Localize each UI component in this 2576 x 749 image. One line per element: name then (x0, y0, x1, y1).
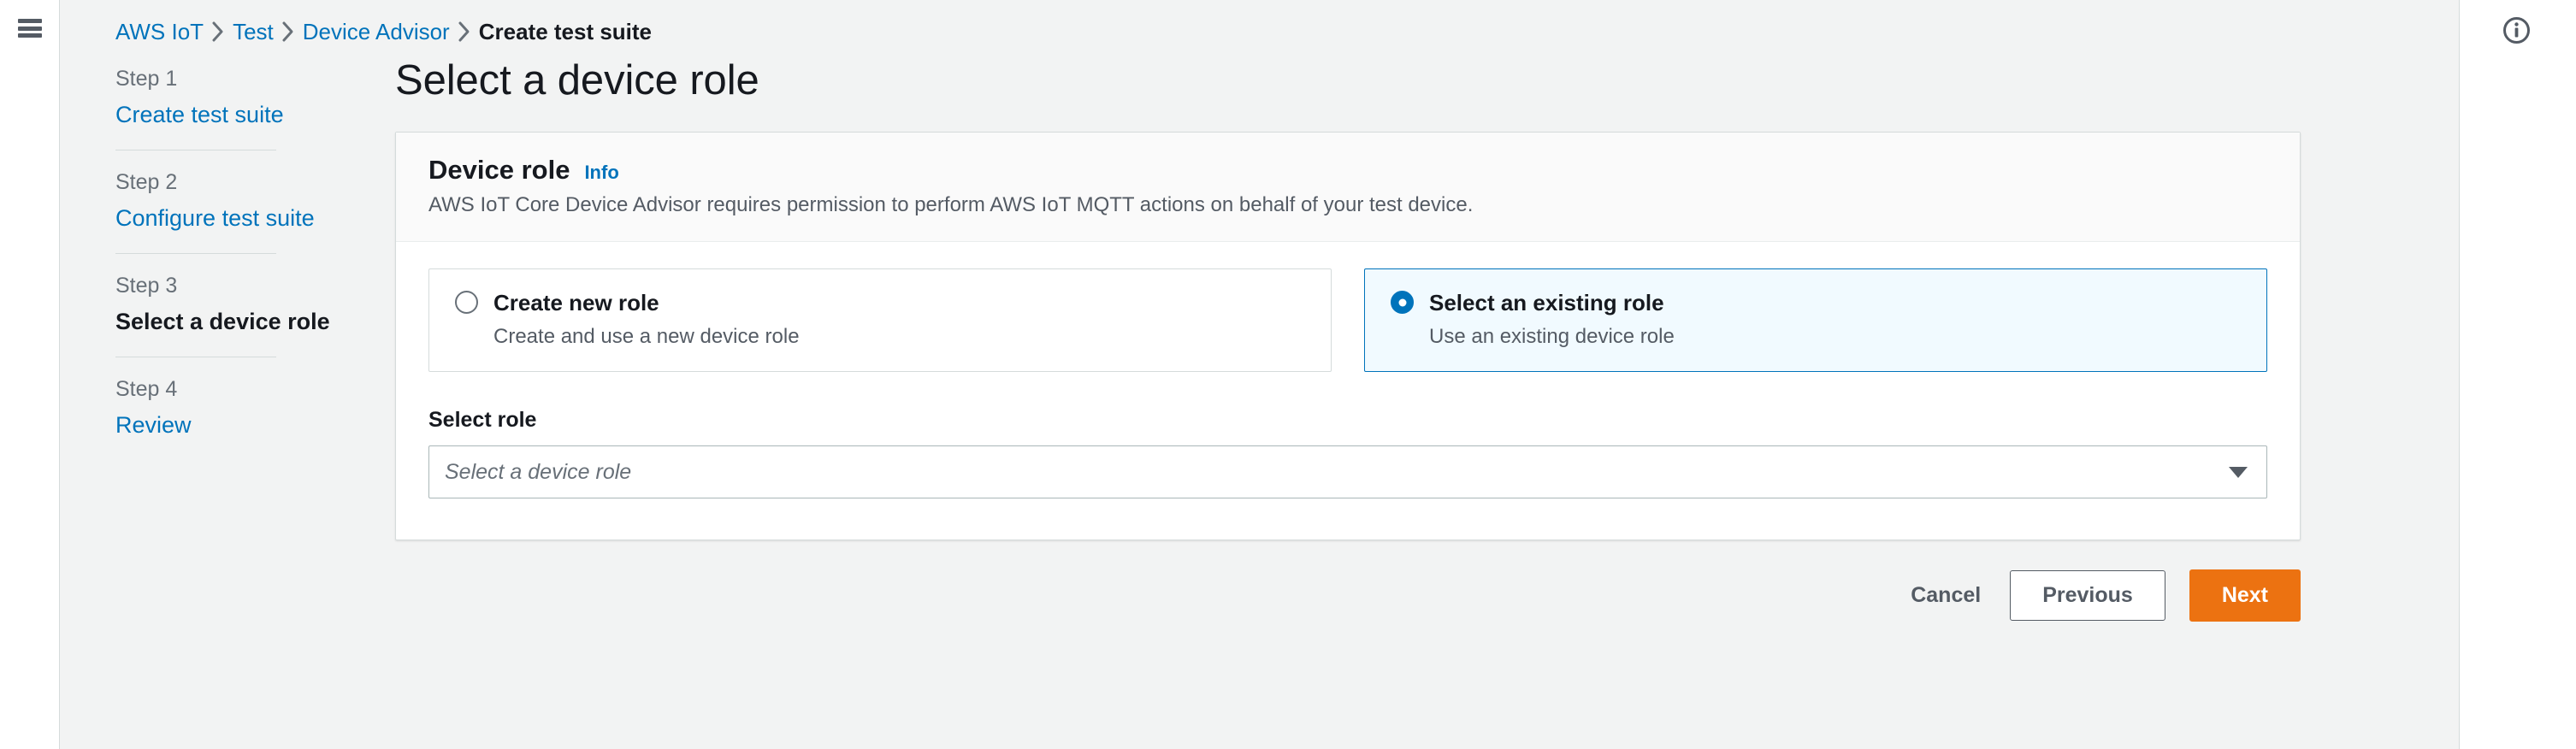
sidebar-item-review[interactable]: Review (115, 414, 192, 437)
radio-tile-main: Create new role (455, 291, 1305, 314)
chevron-down-icon (2229, 467, 2248, 478)
body-columns: Step 1 Create test suite Step 2 Configur… (60, 32, 2459, 622)
hamburger-line (18, 33, 42, 38)
radio-tile-main: Select an existing role (1391, 291, 2241, 314)
radio-tile-description: Use an existing device role (1391, 327, 2241, 347)
hamburger-line (18, 19, 42, 23)
select-role-label: Select role (428, 410, 2267, 431)
chevron-right-icon (204, 21, 233, 43)
wizard-step-1: Step 1 Create test suite (115, 68, 335, 127)
card-title: Device role (428, 156, 570, 183)
card-body: Create new role Create and use a new dev… (396, 242, 2300, 540)
sidebar-item-configure-test-suite[interactable]: Configure test suite (115, 207, 315, 230)
hamburger-line (18, 27, 42, 31)
device-role-option-group: Create new role Create and use a new dev… (428, 268, 2267, 372)
cancel-button[interactable]: Cancel (1905, 571, 1986, 620)
radio-tile-label: Select an existing role (1429, 292, 1664, 314)
radio-tile-select-existing-role[interactable]: Select an existing role Use an existing … (1364, 268, 2267, 372)
chevron-right-icon (450, 21, 479, 43)
wizard-actions: Cancel Previous Next (395, 569, 2301, 622)
breadcrumb-item-aws-iot[interactable]: AWS IoT (115, 21, 204, 43)
step-divider (115, 253, 276, 254)
left-nav-rail (0, 0, 60, 749)
select-role-dropdown[interactable]: Select a device role (428, 445, 2267, 498)
step-number: Step 2 (115, 172, 335, 193)
chevron-right-icon (274, 21, 303, 43)
breadcrumb-item-device-advisor[interactable]: Device Advisor (303, 21, 450, 43)
hamburger-menu-icon[interactable] (18, 19, 42, 38)
device-role-card: Device role Info AWS IoT Core Device Adv… (395, 132, 2301, 540)
page-title: Select a device role (395, 60, 2388, 102)
main-column: Select a device role Device role Info AW… (335, 60, 2459, 622)
sidebar-item-create-test-suite[interactable]: Create test suite (115, 103, 284, 127)
breadcrumb-item-test[interactable]: Test (233, 21, 274, 43)
select-role-placeholder: Select a device role (445, 462, 631, 483)
sidebar-item-select-a-device-role: Select a device role (115, 310, 330, 333)
info-circle-icon[interactable] (2501, 15, 2532, 46)
content-area: AWS IoT Test Device Advisor Create test … (60, 0, 2459, 749)
card-header-row: Device role Info (428, 156, 2267, 183)
wizard-step-4: Step 4 Review (115, 379, 335, 437)
card-description: AWS IoT Core Device Advisor requires per… (428, 192, 2267, 218)
radio-tile-create-new-role[interactable]: Create new role Create and use a new dev… (428, 268, 1332, 372)
step-number: Step 1 (115, 68, 335, 90)
radio-tile-description: Create and use a new device role (455, 327, 1305, 347)
breadcrumb: AWS IoT Test Device Advisor Create test … (60, 0, 2459, 32)
right-help-rail (2459, 0, 2576, 749)
radio-tile-label: Create new role (493, 292, 659, 314)
wizard-step-3: Step 3 Select a device role (115, 275, 335, 333)
step-number: Step 4 (115, 379, 335, 400)
wizard-step-navigation: Step 1 Create test suite Step 2 Configur… (115, 60, 335, 622)
wizard-step-2: Step 2 Configure test suite (115, 172, 335, 230)
step-number: Step 3 (115, 275, 335, 297)
device-advisor-wizard-page: AWS IoT Test Device Advisor Create test … (0, 0, 2576, 749)
previous-button[interactable]: Previous (2010, 570, 2165, 621)
radio-button-create-new-role[interactable] (455, 291, 478, 314)
next-button[interactable]: Next (2189, 569, 2301, 622)
radio-button-select-existing-role[interactable] (1391, 291, 1414, 314)
info-link[interactable]: Info (584, 163, 618, 182)
card-header: Device role Info AWS IoT Core Device Adv… (396, 133, 2300, 242)
breadcrumb-item-create-test-suite: Create test suite (479, 21, 652, 43)
